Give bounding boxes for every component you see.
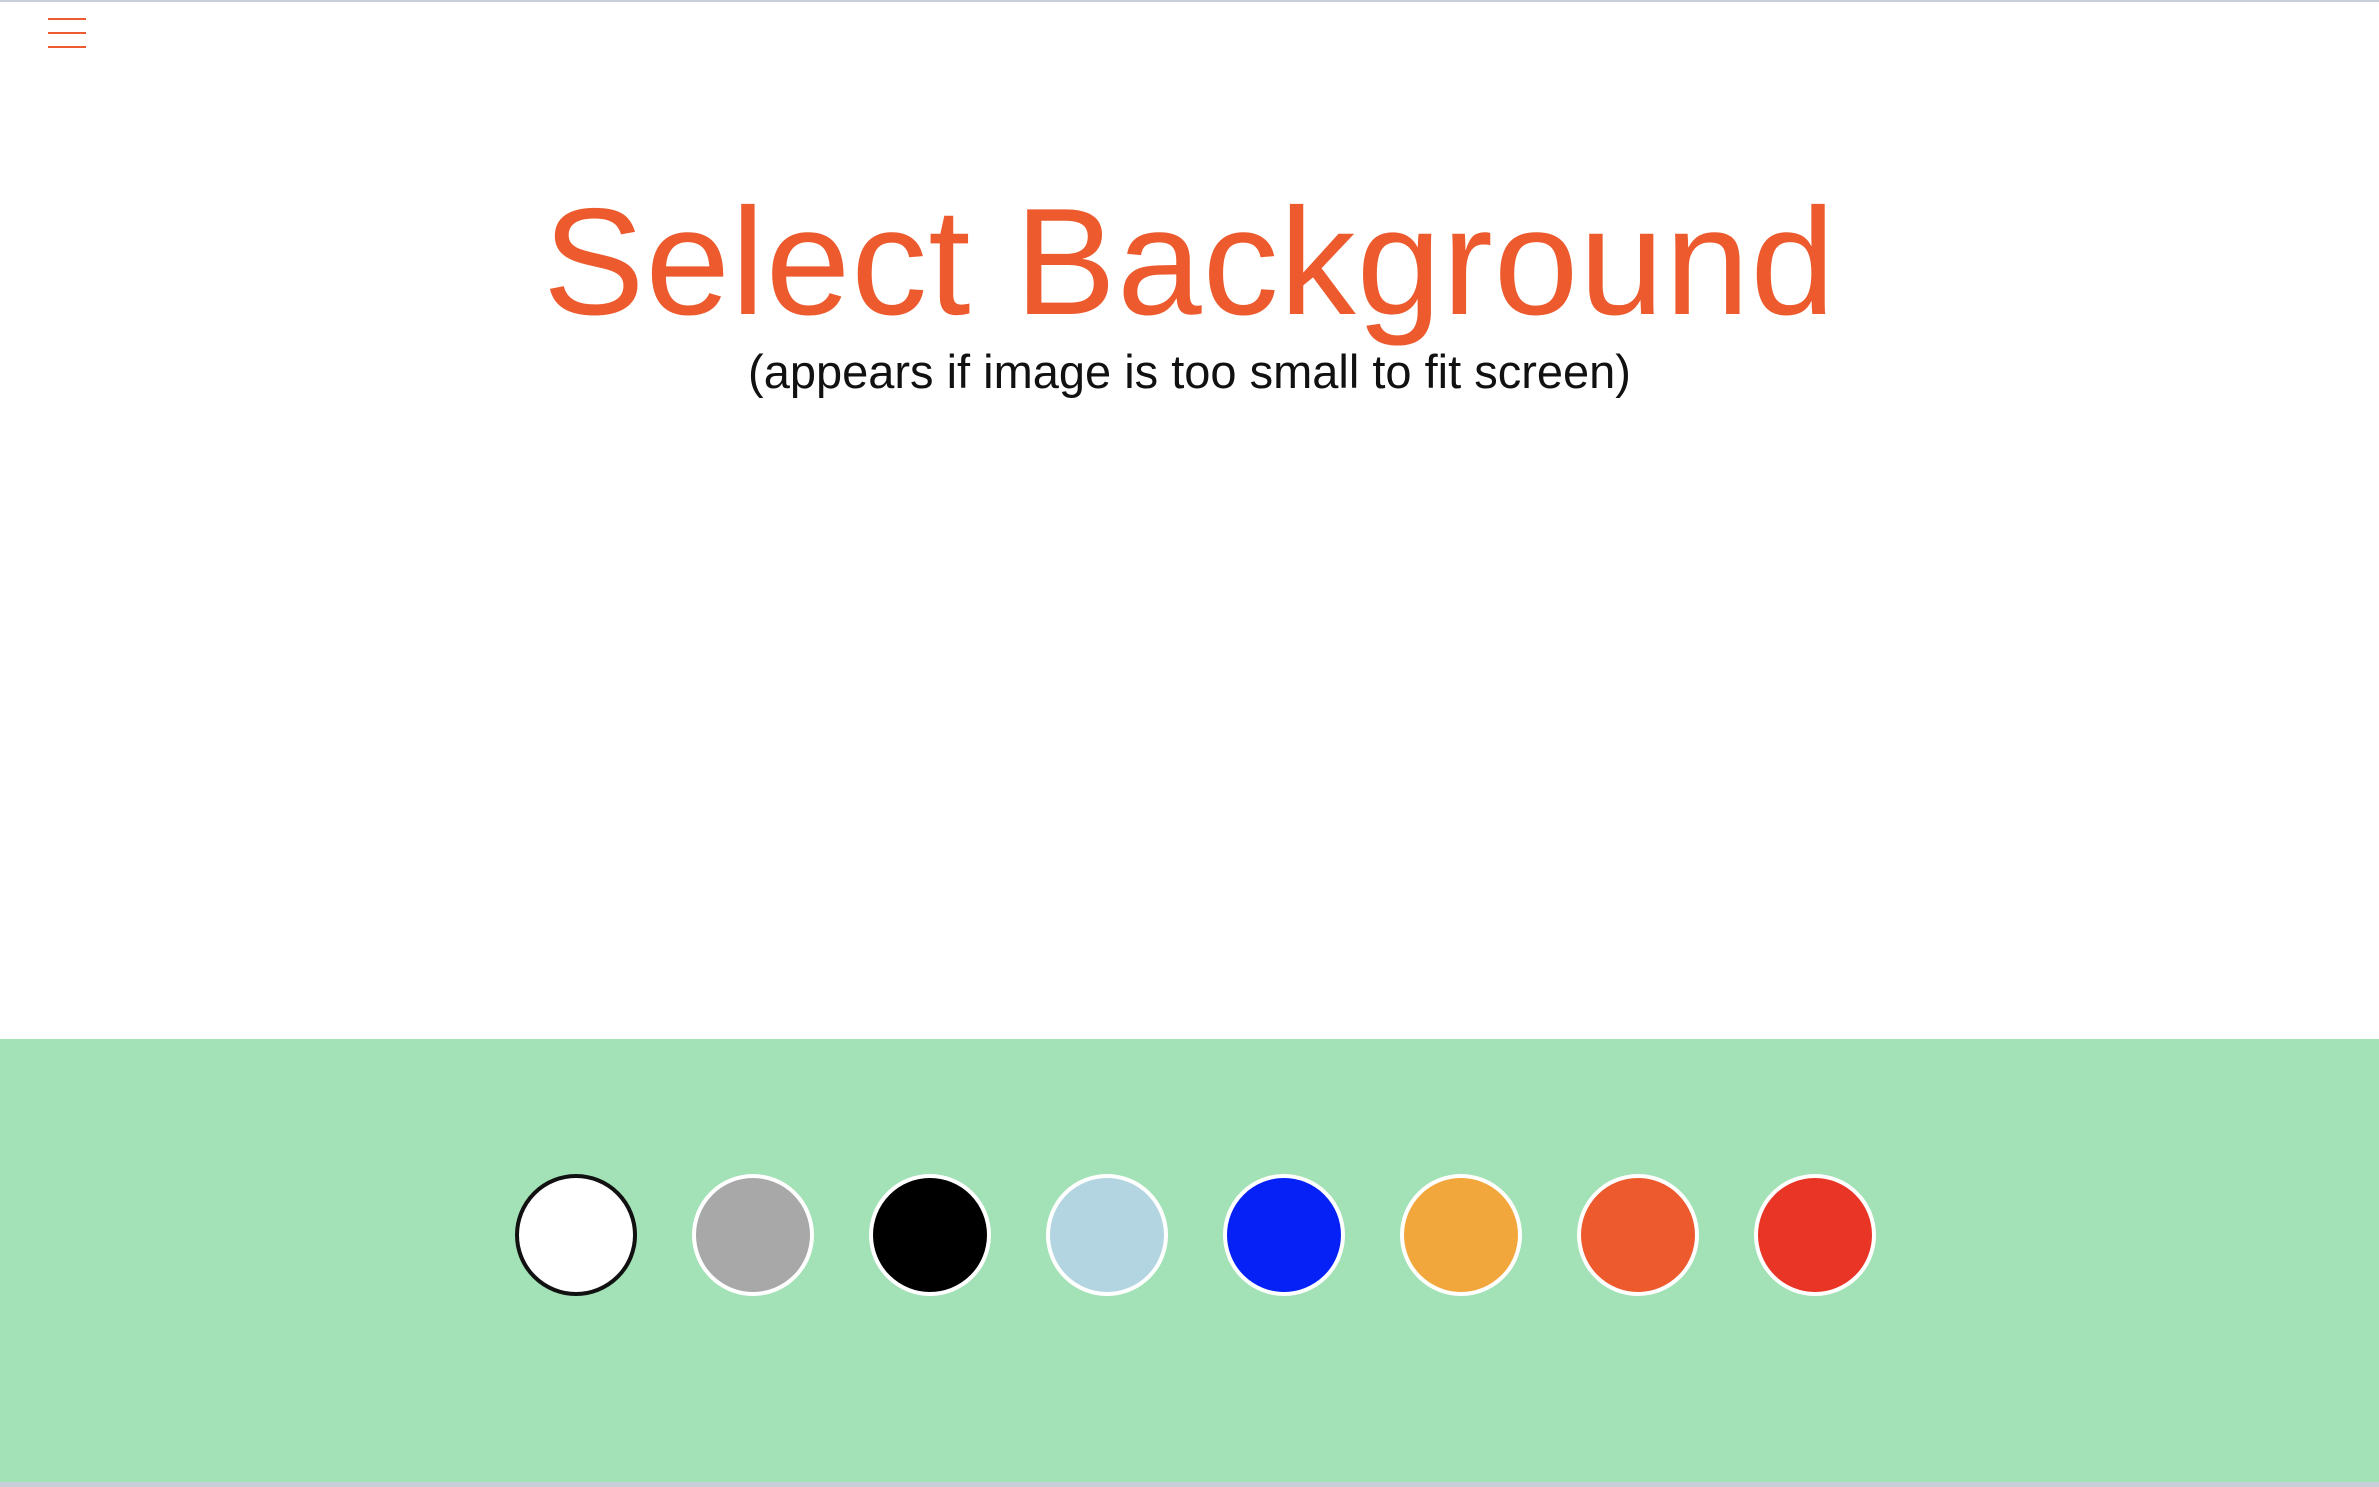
menu-bar-bottom [48,46,86,48]
color-swatch-gray[interactable] [692,1174,814,1296]
color-swatch-red-orange[interactable] [1577,1174,1699,1296]
color-swatch-list [515,1174,1876,1296]
color-swatch-orange[interactable] [1400,1174,1522,1296]
page-subtitle: (appears if image is too small to fit sc… [748,345,1631,398]
background-color-panel [0,1039,2379,1482]
page: Select Background (appears if image is t… [0,0,2379,1487]
color-swatch-red[interactable] [1754,1174,1876,1296]
menu-bar-middle [48,32,86,34]
page-title: Select Background [543,177,1836,347]
top-edge-divider [0,0,2379,2]
menu-bar-top [48,18,86,20]
color-swatch-black[interactable] [869,1174,991,1296]
color-swatch-light-blue[interactable] [1046,1174,1168,1296]
color-swatch-white[interactable] [515,1174,637,1296]
bottom-edge-divider [0,1482,2379,1487]
hamburger-menu-icon[interactable] [48,18,86,52]
color-swatch-blue[interactable] [1223,1174,1345,1296]
